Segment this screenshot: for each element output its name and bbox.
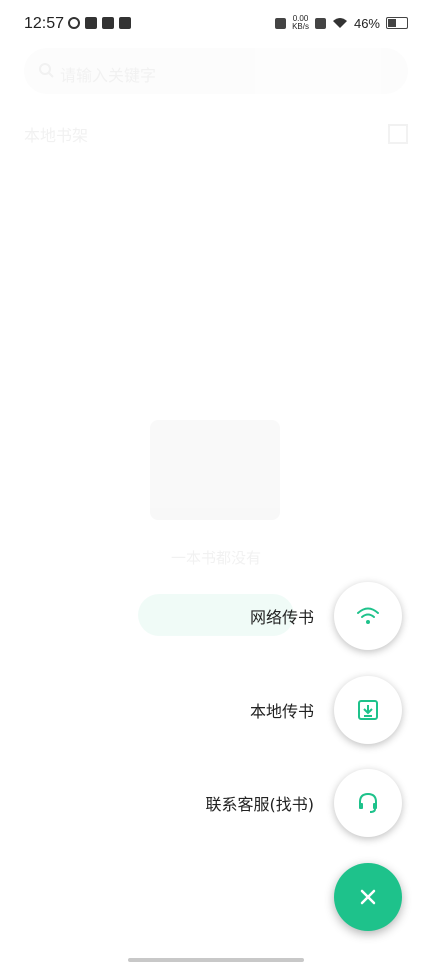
headset-icon <box>359 792 377 813</box>
fab-item-support[interactable]: 联系客服(找书) <box>205 769 402 837</box>
network-transfer-button[interactable] <box>334 582 402 650</box>
search-placeholder: 请输入关键字 <box>60 66 157 85</box>
wifi-icon <box>357 607 379 624</box>
empty-text: 一本书都没有 <box>170 549 261 567</box>
close-icon <box>360 889 376 905</box>
support-button[interactable] <box>334 769 402 837</box>
grid-view-icon <box>388 124 408 144</box>
fab-item-label: 联系客服(找书) <box>205 795 315 814</box>
fab-item-network[interactable]: 网络传书 <box>250 582 402 650</box>
local-transfer-button[interactable] <box>334 676 402 744</box>
shelf-title: 本地书架 <box>24 126 89 145</box>
fab-item-label: 本地传书 <box>249 702 314 721</box>
download-icon <box>358 700 378 720</box>
fab-item-label: 网络传书 <box>249 608 314 627</box>
home-indicator[interactable] <box>128 958 304 962</box>
close-menu-button[interactable] <box>334 863 402 931</box>
empty-illustration <box>150 420 280 520</box>
fab-item-local[interactable]: 本地传书 <box>250 676 402 744</box>
search-icon <box>39 63 54 78</box>
